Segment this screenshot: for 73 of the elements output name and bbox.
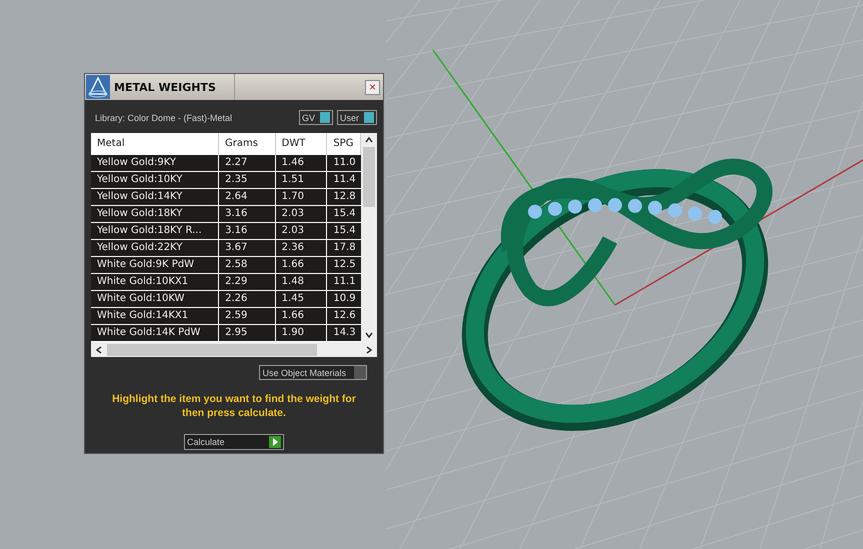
table-row[interactable]: White Gold:14K PdW 2.95 1.90 14.3 <box>91 325 362 342</box>
close-button[interactable]: × <box>365 80 380 94</box>
horizontal-scrollbar[interactable] <box>91 342 377 357</box>
table-cell: 2.35 <box>219 172 276 188</box>
table-cell: Yellow Gold:10KY <box>91 172 220 188</box>
library-label: Library: Color Dome - (Fast)-Metal <box>95 112 232 122</box>
table-cell-text: 15.4 <box>332 207 357 221</box>
table-cell: 3.16 <box>219 223 276 239</box>
chevron-left-icon[interactable] <box>94 344 104 354</box>
table-row[interactable]: White Gold:10KW 2.26 1.45 10.9 <box>91 291 362 308</box>
use-object-materials-toggle[interactable]: Use Object Materials <box>259 365 367 380</box>
table-cell: 1.45 <box>276 291 328 307</box>
table-cell: 1.90 <box>276 325 328 341</box>
table-cell: Yellow Gold:9KY <box>91 155 220 171</box>
table-cell: 2.58 <box>219 257 276 273</box>
table-cell: Yellow Gold:18KY R... <box>91 223 220 239</box>
table-cell: 3.67 <box>219 240 276 256</box>
table-cell: 1.51 <box>276 172 328 188</box>
table-cell-text: 11.0 <box>332 156 357 170</box>
table-cell: 2.03 <box>276 223 328 239</box>
window-title: METAL WEIGHTS <box>114 80 217 94</box>
chevron-up-icon[interactable] <box>364 135 374 145</box>
table-cell: 2.27 <box>219 155 276 171</box>
table-cell: 1.48 <box>276 274 328 290</box>
table-cell-text: 17.8 <box>332 241 357 255</box>
table-row[interactable]: White Gold:14KX1 2.59 1.66 12.6 <box>91 308 362 325</box>
table-row[interactable]: Yellow Gold:9KY 2.27 1.46 11.0 <box>91 155 362 172</box>
table-cell: Yellow Gold:18KY <box>91 206 220 222</box>
table-cell: 1.66 <box>276 257 328 273</box>
table-cell: 2.95 <box>219 325 276 341</box>
table-cell: 2.59 <box>219 308 276 324</box>
pyramid-icon <box>86 75 110 99</box>
vertical-scrollbar[interactable] <box>361 133 377 342</box>
table-cell: White Gold:10KX1 <box>91 274 220 290</box>
table-row[interactable]: Yellow Gold:18KY 3.16 2.03 15.4 <box>91 206 362 223</box>
table-cell: 1.70 <box>276 189 328 205</box>
play-icon <box>269 436 281 448</box>
table-row[interactable]: Yellow Gold:10KY 2.35 1.51 11.4 <box>91 172 362 189</box>
calculate-button[interactable]: Calculate <box>184 434 284 450</box>
toggle-button[interactable]: User <box>336 110 377 125</box>
table-cell-text: 10.9 <box>332 292 357 306</box>
instruction-text: Highlight the item you want to find the weight for then press calculate. <box>111 392 357 420</box>
table-cell-text: 11.4 <box>332 173 357 187</box>
table-cell: White Gold:10KW <box>91 291 220 307</box>
table-cell: Yellow Gold:14KY <box>91 189 220 205</box>
table-cell: 1.66 <box>276 308 328 324</box>
chevron-right-icon[interactable] <box>364 344 374 354</box>
table-cell: 3.16 <box>219 206 276 222</box>
table-cell: 2.29 <box>219 274 276 290</box>
table-cell: Yellow Gold:22KY <box>91 240 220 256</box>
table-cell-text: 15.4 <box>332 224 357 238</box>
table-cell: 1.46 <box>276 155 328 171</box>
table-cell-text: 12.5 <box>332 258 357 272</box>
table-cell-text: 11.1 <box>332 275 357 289</box>
scrollbar-thumb[interactable] <box>363 147 376 207</box>
table-cell: White Gold:14KX1 <box>91 308 220 324</box>
table-row[interactable]: Yellow Gold:18KY R... 3.16 2.03 15.4 <box>91 223 362 240</box>
scrollbar-thumb[interactable] <box>107 344 317 356</box>
table-cell: 2.03 <box>276 206 328 222</box>
table-row[interactable]: Yellow Gold:22KY 3.67 2.36 17.8 <box>91 240 362 257</box>
table-cell: 2.26 <box>219 291 276 307</box>
table-row[interactable]: Yellow Gold:14KY 2.64 1.70 12.8 <box>91 189 362 206</box>
table-cell: 2.36 <box>276 240 328 256</box>
table-cell: White Gold:9K PdW <box>91 257 220 273</box>
table-cell-text: 12.8 <box>332 190 357 204</box>
table-cell: 2.64 <box>219 189 276 205</box>
toggle-button[interactable]: GV <box>298 110 333 125</box>
table-row[interactable]: White Gold:9K PdW 2.58 1.66 12.5 <box>91 257 362 274</box>
chevron-down-icon[interactable] <box>364 330 374 340</box>
table-cell: White Gold:14K PdW <box>91 325 220 341</box>
table-cell-text: 14.3 <box>332 326 357 340</box>
table-row[interactable]: White Gold:10KX1 2.29 1.48 11.1 <box>91 274 362 291</box>
table-cell-text: 12.6 <box>332 309 357 323</box>
